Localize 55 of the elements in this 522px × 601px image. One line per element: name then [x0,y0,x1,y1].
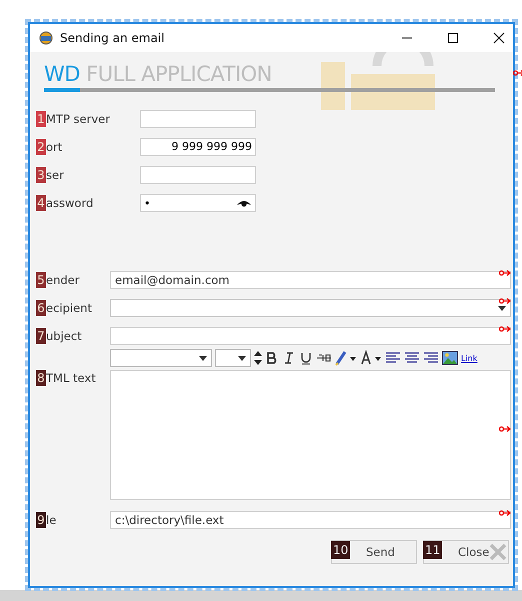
align-center-icon[interactable] [404,351,420,365]
input-field[interactable]: c:\directory\file.ext [110,511,511,529]
bold-icon[interactable] [265,351,279,365]
link-button[interactable]: Link [461,354,478,362]
anchor-arrow-icon [499,326,511,332]
align-right-icon[interactable] [423,351,439,365]
control-number: 1 [36,111,46,127]
field-label: ender [46,273,80,287]
field-label: ubject [46,329,82,343]
field-label: TML text [46,371,96,385]
input-field[interactable] [140,110,256,128]
window-title: Sending an email [60,31,164,45]
align-left-icon[interactable] [385,351,401,365]
field-label: ecipient [46,301,92,315]
maximize-icon[interactable] [447,32,459,44]
field-label: MTP server [46,112,110,126]
input-field[interactable]: 9 999 999 999 [140,138,256,156]
highlighter-icon[interactable] [335,350,357,366]
field-label: ort [46,140,62,154]
dropdown-icon[interactable] [199,356,207,360]
spin-icon[interactable] [254,350,262,366]
field-label: assword [46,196,94,210]
anchor-arrow-icon [513,70,522,76]
eye-icon[interactable] [236,198,252,208]
password-field[interactable]: • [140,194,256,212]
anchor-arrow-icon [499,298,511,304]
input-field[interactable]: email@domain.com [110,271,511,289]
control-number: 9 [36,512,46,528]
control-number: 8 [36,370,46,386]
app-icon [38,31,54,45]
font-color-icon[interactable] [360,350,382,366]
anchor-arrow-icon [499,426,511,432]
close-icon[interactable] [493,32,505,44]
input-field[interactable] [140,166,256,184]
dropdown-icon[interactable] [498,306,506,310]
control-number: 6 [36,300,46,316]
control-number: 10 [331,541,350,559]
anchor-arrow-icon [499,510,511,516]
control-number: 7 [36,328,46,344]
underline-icon[interactable] [299,351,313,365]
control-number: 2 [36,139,46,155]
field-label: ser [46,168,64,182]
control-number: 4 [36,195,46,211]
control-number: 5 [36,272,46,288]
italic-icon[interactable] [282,351,296,365]
dropdown-icon[interactable] [238,356,246,360]
combo-field[interactable] [110,299,511,317]
size-dropdown[interactable] [215,349,251,367]
image-icon[interactable] [442,351,458,365]
cross-icon [489,543,507,561]
input-field[interactable] [110,327,511,345]
field-label: le [46,513,56,527]
anchor-arrow-icon [499,270,511,276]
control-number: 3 [36,167,46,183]
control-number: 11 [423,541,442,559]
